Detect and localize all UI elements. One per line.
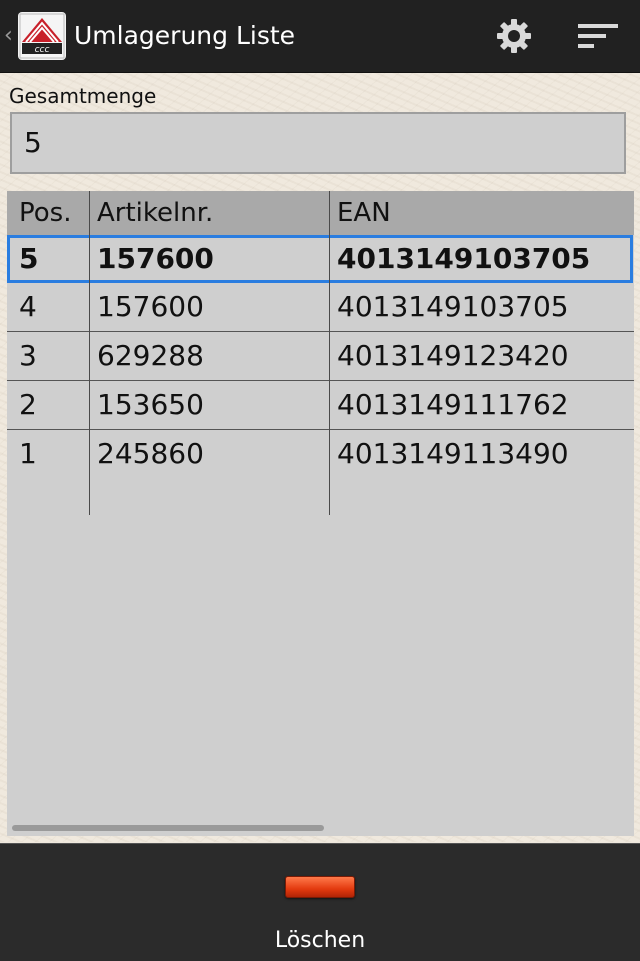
table-header: Pos. Artikelnr. EAN — [7, 191, 634, 235]
cell-article: 629288 — [97, 339, 204, 372]
svg-text:ccc: ccc — [35, 45, 50, 55]
table-row[interactable]: 1 245860 4013149113490 — [7, 430, 634, 478]
action-bar: ‹ ccc Umlagerung Liste — [0, 0, 640, 73]
table-row[interactable]: 3 629288 4013149123420 — [7, 332, 634, 381]
cell-ean: 4013149103705 — [337, 242, 591, 275]
cell-article: 157600 — [97, 290, 204, 323]
column-divider — [329, 191, 330, 515]
cell-ean: 4013149113490 — [337, 437, 569, 470]
column-header-pos[interactable]: Pos. — [19, 191, 71, 235]
table-row[interactable]: 2 153650 4013149111762 — [7, 381, 634, 430]
cell-ean: 4013149103705 — [337, 290, 569, 323]
horizontal-scrollbar[interactable] — [12, 825, 324, 831]
item-table[interactable]: Pos. Artikelnr. EAN 5 157600 40131491037… — [7, 191, 634, 836]
settings-gear-icon[interactable] — [494, 16, 534, 56]
delete-button[interactable]: Löschen — [0, 928, 640, 953]
app-logo-icon[interactable]: ccc — [18, 12, 66, 60]
red-delete-bar-icon[interactable] — [285, 876, 355, 898]
cell-ean: 4013149123420 — [337, 339, 569, 372]
cell-ean: 4013149111762 — [337, 388, 569, 421]
table-row[interactable]: 4 157600 4013149103705 — [7, 283, 634, 332]
table-row[interactable]: 5 157600 4013149103705 — [7, 235, 633, 283]
column-header-article[interactable]: Artikelnr. — [97, 191, 213, 235]
total-quantity-field[interactable]: 5 — [10, 112, 626, 174]
overflow-menu-icon[interactable] — [574, 18, 620, 54]
cell-pos: 4 — [19, 290, 37, 323]
cell-pos: 1 — [19, 437, 37, 470]
cell-pos: 5 — [19, 242, 39, 275]
app-title: Umlagerung Liste — [74, 21, 296, 50]
column-divider — [89, 191, 90, 515]
cell-pos: 3 — [19, 339, 37, 372]
cell-article: 245860 — [97, 437, 204, 470]
cell-article: 153650 — [97, 388, 204, 421]
cell-pos: 2 — [19, 388, 37, 421]
column-header-ean[interactable]: EAN — [337, 191, 391, 235]
total-quantity-label: Gesamtmenge — [9, 84, 157, 108]
back-caret-icon[interactable]: ‹ — [4, 22, 16, 50]
cell-article: 157600 — [97, 242, 214, 275]
